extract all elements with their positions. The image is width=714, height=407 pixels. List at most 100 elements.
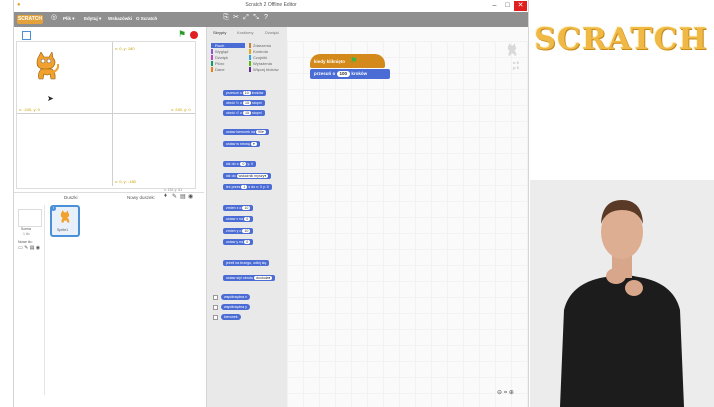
sprite-x-readout: x: 0 bbox=[513, 61, 519, 65]
block-text: ustaw styl obrotu bbox=[226, 276, 253, 280]
block-input[interactable]: 10 bbox=[242, 206, 251, 211]
category-control[interactable]: Kontrola bbox=[251, 49, 283, 54]
block-text: zmień x o bbox=[226, 206, 242, 210]
new-backdrop-label: Nowe tło: bbox=[18, 240, 33, 244]
block-rotation-style[interactable]: ustaw styl obrotu dookoła▾ bbox=[223, 275, 276, 281]
block-input[interactable]: 0 bbox=[244, 240, 251, 245]
block-point-towards[interactable]: ustaw w stronę ▾ bbox=[223, 141, 260, 147]
stop-icon[interactable] bbox=[190, 31, 198, 39]
coord-top: x: 0, y: 180 bbox=[115, 46, 135, 51]
zoom-in-icon[interactable]: ⊕ bbox=[509, 390, 514, 396]
x-axis bbox=[17, 113, 195, 114]
block-set-y[interactable]: ustaw y na 0 bbox=[223, 239, 254, 245]
tab-scripts[interactable]: Skrypty bbox=[213, 30, 226, 35]
stage[interactable]: x: 0, y: 180 x: 0, y: -180 x: -240, y: 0… bbox=[16, 41, 196, 189]
sprite-pane: Duszki Nowy duszek: ♦ ✎ ▤ ◉ Scena 1 tło … bbox=[14, 192, 204, 407]
tab-costumes[interactable]: Kostiumy bbox=[237, 30, 253, 35]
mouse-pointer-icon: ➤ bbox=[47, 94, 54, 103]
menu-about[interactable]: O Scratch bbox=[136, 16, 157, 21]
block-input[interactable]: 1 bbox=[241, 185, 248, 190]
when-flag-clicked-block[interactable]: kiedy kliknięto ⚑ bbox=[310, 54, 385, 68]
category-sound[interactable]: Dźwięk bbox=[213, 55, 245, 60]
scratch-logo-small[interactable]: SCRATCH bbox=[17, 15, 43, 24]
sprite-y-readout: y: 0 bbox=[513, 66, 519, 70]
minimize-button[interactable]: – bbox=[488, 1, 501, 11]
block-change-y[interactable]: zmień y o 10 bbox=[223, 228, 254, 234]
presentation-mode-icon[interactable] bbox=[22, 31, 31, 40]
block-bounce[interactable]: jeżeli na brzegu, odbij się bbox=[223, 260, 270, 266]
block-input[interactable]: 0 bbox=[244, 217, 251, 222]
block-input[interactable]: 15 bbox=[243, 101, 251, 106]
block-turn-right[interactable]: obróć ↻ o 15 stopni bbox=[223, 100, 265, 106]
category-looks[interactable]: Wygląd bbox=[213, 49, 245, 54]
block-turn-left[interactable]: obróć ↺ o 15 stopni bbox=[223, 110, 265, 116]
delete-icon[interactable]: ✂ bbox=[232, 14, 240, 22]
reporter-x-position[interactable]: współrzędna x bbox=[221, 294, 250, 300]
help-icon[interactable]: ? bbox=[262, 14, 270, 22]
zoom-out-icon[interactable]: ⊖ bbox=[497, 390, 502, 396]
info-icon[interactable]: i bbox=[51, 206, 56, 211]
reporter-checkbox[interactable] bbox=[213, 305, 218, 310]
sprite-library-icon[interactable]: ♦ bbox=[164, 193, 167, 199]
backdrop-count: 1 tło bbox=[23, 232, 30, 236]
reporter-y-position[interactable]: współrzędna y bbox=[221, 304, 250, 310]
category-motion[interactable]: Ruch bbox=[213, 43, 245, 48]
reporter-checkbox[interactable] bbox=[213, 295, 218, 300]
zoom-reset-icon[interactable]: = bbox=[504, 390, 508, 396]
camera-icon[interactable]: ◉ bbox=[188, 193, 193, 200]
shrink-icon[interactable]: ⤡ bbox=[252, 14, 260, 22]
green-flag-icon[interactable]: ⚑ bbox=[178, 29, 186, 40]
menu-file[interactable]: Plik ▾ bbox=[63, 16, 75, 22]
category-data[interactable]: Dane bbox=[213, 67, 245, 72]
block-move[interactable]: przesuń o 10 kroków bbox=[223, 90, 267, 96]
block-change-x[interactable]: zmień x o 10 bbox=[223, 205, 254, 211]
stage-thumbnail-pane[interactable]: Scena 1 tło Nowe tło: ▭ ✎ ▤ ◉ bbox=[16, 205, 45, 395]
category-more-blocks[interactable]: Więcej bloków bbox=[251, 67, 283, 72]
category-operators[interactable]: Wyrażenia bbox=[251, 61, 283, 66]
category-sensing[interactable]: Czujniki bbox=[251, 55, 283, 60]
block-input[interactable]: 15 bbox=[243, 111, 251, 116]
block-glide[interactable]: leć przez 1 s do x: 0 y: 0 bbox=[223, 184, 272, 190]
globe-icon[interactable]: ◎ bbox=[50, 14, 58, 22]
block-text: obróć ↻ o bbox=[226, 101, 242, 105]
block-point-direction[interactable]: ustaw kierunek na 90▾ bbox=[223, 129, 269, 135]
block-go-to[interactable]: idź do wskaźnik myszy▾ bbox=[223, 173, 272, 179]
block-text: leć przez bbox=[226, 185, 241, 189]
block-go-to-xy[interactable]: idź do x: 0 y: 0 bbox=[223, 161, 257, 167]
green-flag-icon: ⚑ bbox=[350, 56, 358, 65]
category-pen[interactable]: Pióro bbox=[213, 61, 245, 66]
move-steps-block[interactable]: przesuń o 100 kroków bbox=[310, 69, 390, 79]
duplicate-icon[interactable]: ⎘ bbox=[222, 14, 230, 22]
paint-sprite-icon[interactable]: ✎ bbox=[172, 193, 177, 200]
scratch-editor-window: ● Scratch 2 Offline Editor – □ ✕ SCRATCH… bbox=[14, 0, 528, 407]
cat-sprite[interactable] bbox=[31, 52, 61, 86]
grow-icon[interactable]: ⤢ bbox=[242, 14, 250, 22]
block-input[interactable]: 90▾ bbox=[255, 130, 266, 135]
sprite-thumbnail[interactable]: i Sprite1 bbox=[50, 205, 80, 237]
menu-edit[interactable]: Edytuj ▾ bbox=[84, 16, 101, 22]
window-title: Scratch 2 Offline Editor bbox=[245, 2, 297, 8]
block-text: jeżeli na brzegu, odbij się bbox=[226, 261, 267, 265]
block-input[interactable]: dookoła▾ bbox=[253, 276, 273, 281]
reporter-direction[interactable]: kierunek bbox=[221, 314, 241, 320]
block-input[interactable]: ▾ bbox=[250, 142, 257, 147]
stage-thumbnail[interactable] bbox=[18, 209, 42, 227]
block-input[interactable]: 10 bbox=[242, 229, 251, 234]
block-input[interactable]: wskaźnik myszy▾ bbox=[236, 174, 269, 179]
block-input[interactable]: 10 bbox=[242, 91, 251, 96]
close-button[interactable]: ✕ bbox=[514, 1, 527, 11]
block-input[interactable]: 0 bbox=[240, 162, 247, 167]
maximize-button[interactable]: □ bbox=[501, 1, 514, 11]
move-steps-input[interactable]: 100 bbox=[336, 71, 351, 77]
block-set-x[interactable]: ustaw x na 0 bbox=[223, 216, 254, 222]
block-text: stopni bbox=[252, 111, 262, 115]
tab-sounds[interactable]: Dźwięki bbox=[265, 30, 279, 35]
coord-right: x: 240, y: 0 bbox=[171, 107, 191, 112]
reporter-checkbox[interactable] bbox=[213, 315, 218, 320]
backdrop-tools-icon[interactable]: ▭ ✎ ▤ ◉ bbox=[18, 245, 40, 251]
upload-sprite-icon[interactable]: ▤ bbox=[180, 193, 186, 200]
category-events[interactable]: Zdarzenia bbox=[251, 43, 283, 48]
menu-tips[interactable]: Wskazówki bbox=[108, 16, 132, 21]
scripts-area[interactable]: kiedy kliknięto ⚑ przesuń o 100 kroków x… bbox=[287, 27, 528, 407]
move-label: przesuń o bbox=[314, 71, 336, 76]
